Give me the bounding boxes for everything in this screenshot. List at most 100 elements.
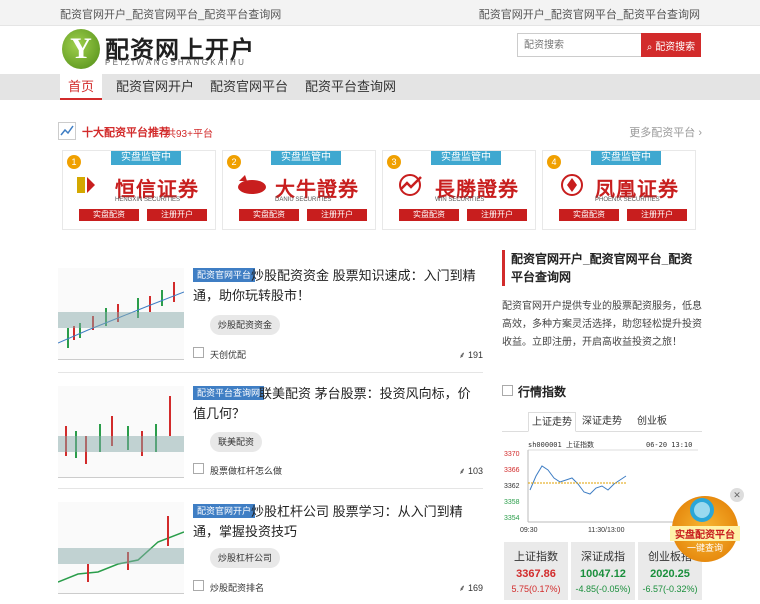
x-tick: 09:30: [520, 527, 538, 534]
article-title[interactable]: 炒股杠杆公司 股票学习：从入门到精通，掌握投资技巧: [193, 502, 483, 542]
chart-time: 06-20 13:10: [646, 441, 692, 449]
view-count-value: 191: [467, 350, 483, 360]
eye-icon: ⸙: [458, 466, 466, 476]
site-subtitle: PEIZIWANGSHANGKAIHU: [105, 58, 247, 67]
recommend-title: 十大配资平台推荐: [82, 127, 170, 139]
search-button-label: 配资搜索: [655, 41, 696, 53]
article-thumbnail[interactable]: [58, 268, 184, 360]
nav-item-open-account[interactable]: 配资官网开户: [108, 74, 202, 100]
broker-margin-button[interactable]: 实盘配资: [559, 209, 619, 221]
nav-item-home[interactable]: 首页: [60, 74, 103, 100]
search-input[interactable]: [517, 33, 642, 57]
y-tick: 3354: [504, 515, 520, 522]
divider: [58, 372, 483, 373]
chart-icon: [58, 122, 76, 140]
article-title[interactable]: 联美配资 茅台股票：投资风向标，价值几何？: [193, 384, 483, 424]
article-title-text: 炒股配资资金 股票知识速成：入门到精通，助你玩转股市！: [193, 268, 476, 303]
status-tag: 实盘监管中: [271, 151, 341, 165]
badge-line2: 一键查询: [686, 543, 723, 553]
article-tag[interactable]: 联美配资: [210, 432, 263, 452]
x-tick: 11:30/13:00: [588, 527, 625, 534]
index-change: 5.75(0.17%): [511, 584, 561, 594]
broker-name-en: HENGXIN SECURITIES: [115, 197, 181, 203]
article-sub-link[interactable]: 股票做杠杆怎么做: [210, 464, 282, 477]
status-tag: 实盘监管中: [591, 151, 661, 165]
index-value: 3367.86: [516, 568, 556, 580]
header: Y 配资网上开户 PEIZIWANGSHANGKAIHU ⌕ 配资搜索: [0, 26, 760, 72]
view-count: ⸙ 191: [459, 348, 483, 361]
article-item[interactable]: 配资官网开户 炒股杠杆公司 股票学习：从入门到精通，掌握投资技巧 炒股杠杆公司 …: [58, 492, 483, 604]
y-tick: 3362: [504, 483, 520, 490]
close-icon[interactable]: ✕: [730, 488, 744, 502]
article-item[interactable]: 配资官网平台 炒股配资资金 股票知识速成：入门到精通，助你玩转股市！ 炒股配资资…: [58, 258, 483, 370]
article-tag[interactable]: 炒股配资资金: [210, 315, 281, 335]
broker-list: 1 实盘监管中 恒信证券 HENGXIN SECURITIES 实盘配资 注册开…: [58, 150, 702, 232]
broker-register-button[interactable]: 注册开户: [147, 209, 207, 221]
broker-name-en: DANIU SECURITIES: [275, 197, 332, 203]
index-value: 10047.12: [580, 568, 626, 580]
rank-badge: 3: [387, 155, 401, 169]
broker-register-button[interactable]: 注册开户: [307, 209, 367, 221]
chart-icon: [193, 463, 204, 474]
index-card[interactable]: 深证成指 10047.12 -4.85(-0.05%): [571, 542, 635, 600]
topbar-right-text[interactable]: 配资官网开户_配资官网平台_配资平台查询网: [479, 6, 700, 22]
eye-icon: ⸙: [458, 350, 466, 360]
broker-register-button[interactable]: 注册开户: [627, 209, 687, 221]
magnifier-icon: [690, 498, 714, 522]
divider: [58, 488, 483, 489]
article-sub-link[interactable]: 炒股配资排名: [210, 581, 264, 594]
broker-register-button[interactable]: 注册开户: [467, 209, 527, 221]
recommend-more-label: 更多配资平台: [629, 127, 696, 139]
article-sub-link[interactable]: 天创优配: [210, 348, 246, 361]
index-value: 2020.25: [650, 568, 690, 580]
index-change: -4.85(-0.05%): [575, 584, 631, 594]
index-card[interactable]: 上证指数 3367.86 5.75(0.17%): [504, 542, 568, 600]
search-button[interactable]: ⌕ 配资搜索: [641, 33, 701, 57]
market-tabs: 上证走势 深证走势 创业板: [502, 412, 702, 432]
article-thumbnail[interactable]: [58, 386, 184, 478]
nav-item-platform[interactable]: 配资官网平台: [202, 74, 296, 100]
broker-name-en: PHOENIX SECURITIES: [595, 197, 660, 203]
floating-query-badge[interactable]: ✕ 实盘配资平台 一键查询: [670, 488, 744, 562]
status-tag: 实盘监管中: [431, 151, 501, 165]
article-title[interactable]: 炒股配资资金 股票知识速成：入门到精通，助你玩转股市！: [193, 266, 483, 306]
logo-icon[interactable]: Y: [62, 29, 100, 69]
sidebar-description: 配资官网开户提供专业的股票配资服务，低息高效，多种方案灵活选择，助您轻松提升投资…: [502, 301, 702, 348]
article-tag[interactable]: 炒股杠杆公司: [210, 548, 281, 568]
article-title-text: 联美配资 茅台股票：投资风向标，价值几何？: [193, 386, 471, 421]
y-tick: 3370: [504, 451, 520, 458]
eye-icon: ⸙: [458, 583, 466, 593]
phoenix-icon: [561, 174, 583, 196]
status-tag: 实盘监管中: [111, 151, 181, 165]
broker-margin-button[interactable]: 实盘配资: [79, 209, 139, 221]
sidebar-title: 配资官网开户_配资官网平台_配资平台查询网: [502, 250, 702, 286]
chevron-right-icon: ›: [698, 127, 702, 139]
price-line: [529, 465, 627, 495]
recommend-count: 共93+平台: [166, 129, 213, 140]
article-thumbnail[interactable]: [58, 502, 184, 594]
view-count-value: 169: [467, 583, 483, 593]
broker-margin-button[interactable]: 实盘配资: [399, 209, 459, 221]
nav-item-query[interactable]: 配资平台查询网: [297, 74, 404, 100]
article-item[interactable]: 配资平台查询网 联美配资 茅台股票：投资风向标，价值几何？ 联美配资 股票做杠杆…: [58, 376, 483, 488]
broker-name-en: WIN SECURITIES: [435, 197, 485, 203]
tab-chinext[interactable]: 创业板: [628, 412, 676, 432]
broker-card[interactable]: 2 实盘监管中 大牛證券 DANIU SECURITIES 实盘配资 注册开户: [222, 150, 376, 230]
broker-margin-button[interactable]: 实盘配资: [239, 209, 299, 221]
bull-icon: [238, 175, 266, 194]
rank-badge: 2: [227, 155, 241, 169]
recommend-bar: 十大配资平台推荐 共93+平台 更多配资平台 ›: [58, 118, 702, 146]
topbar: 配资官网开户_配资官网平台_配资平台查询网 配资官网开户_配资官网平台_配资平台…: [0, 0, 760, 26]
broker-card[interactable]: 3 实盘监管中 長勝證券 WIN SECURITIES 实盘配资 注册开户: [382, 150, 536, 230]
broker-card[interactable]: 4 实盘监管中 凤凰证券 PHOENIX SECURITIES 实盘配资 注册开…: [542, 150, 696, 230]
search-icon: ⌕: [646, 41, 653, 53]
recommend-more-link[interactable]: 更多配资平台 ›: [629, 124, 702, 140]
y-tick: 3358: [504, 499, 520, 506]
broker-card[interactable]: 1 实盘监管中 恒信证券 HENGXIN SECURITIES 实盘配资 注册开…: [62, 150, 216, 230]
topbar-left-text[interactable]: 配资官网开户_配资官网平台_配资平台查询网: [60, 6, 281, 22]
tab-shenzhen[interactable]: 深证走势: [578, 412, 626, 432]
tab-shanghai[interactable]: 上证走势: [528, 412, 576, 432]
index-name: 深证成指: [581, 551, 625, 563]
rank-badge: 4: [547, 155, 561, 169]
article-title-text: 炒股杠杆公司 股票学习：从入门到精通，掌握投资技巧: [193, 504, 463, 539]
